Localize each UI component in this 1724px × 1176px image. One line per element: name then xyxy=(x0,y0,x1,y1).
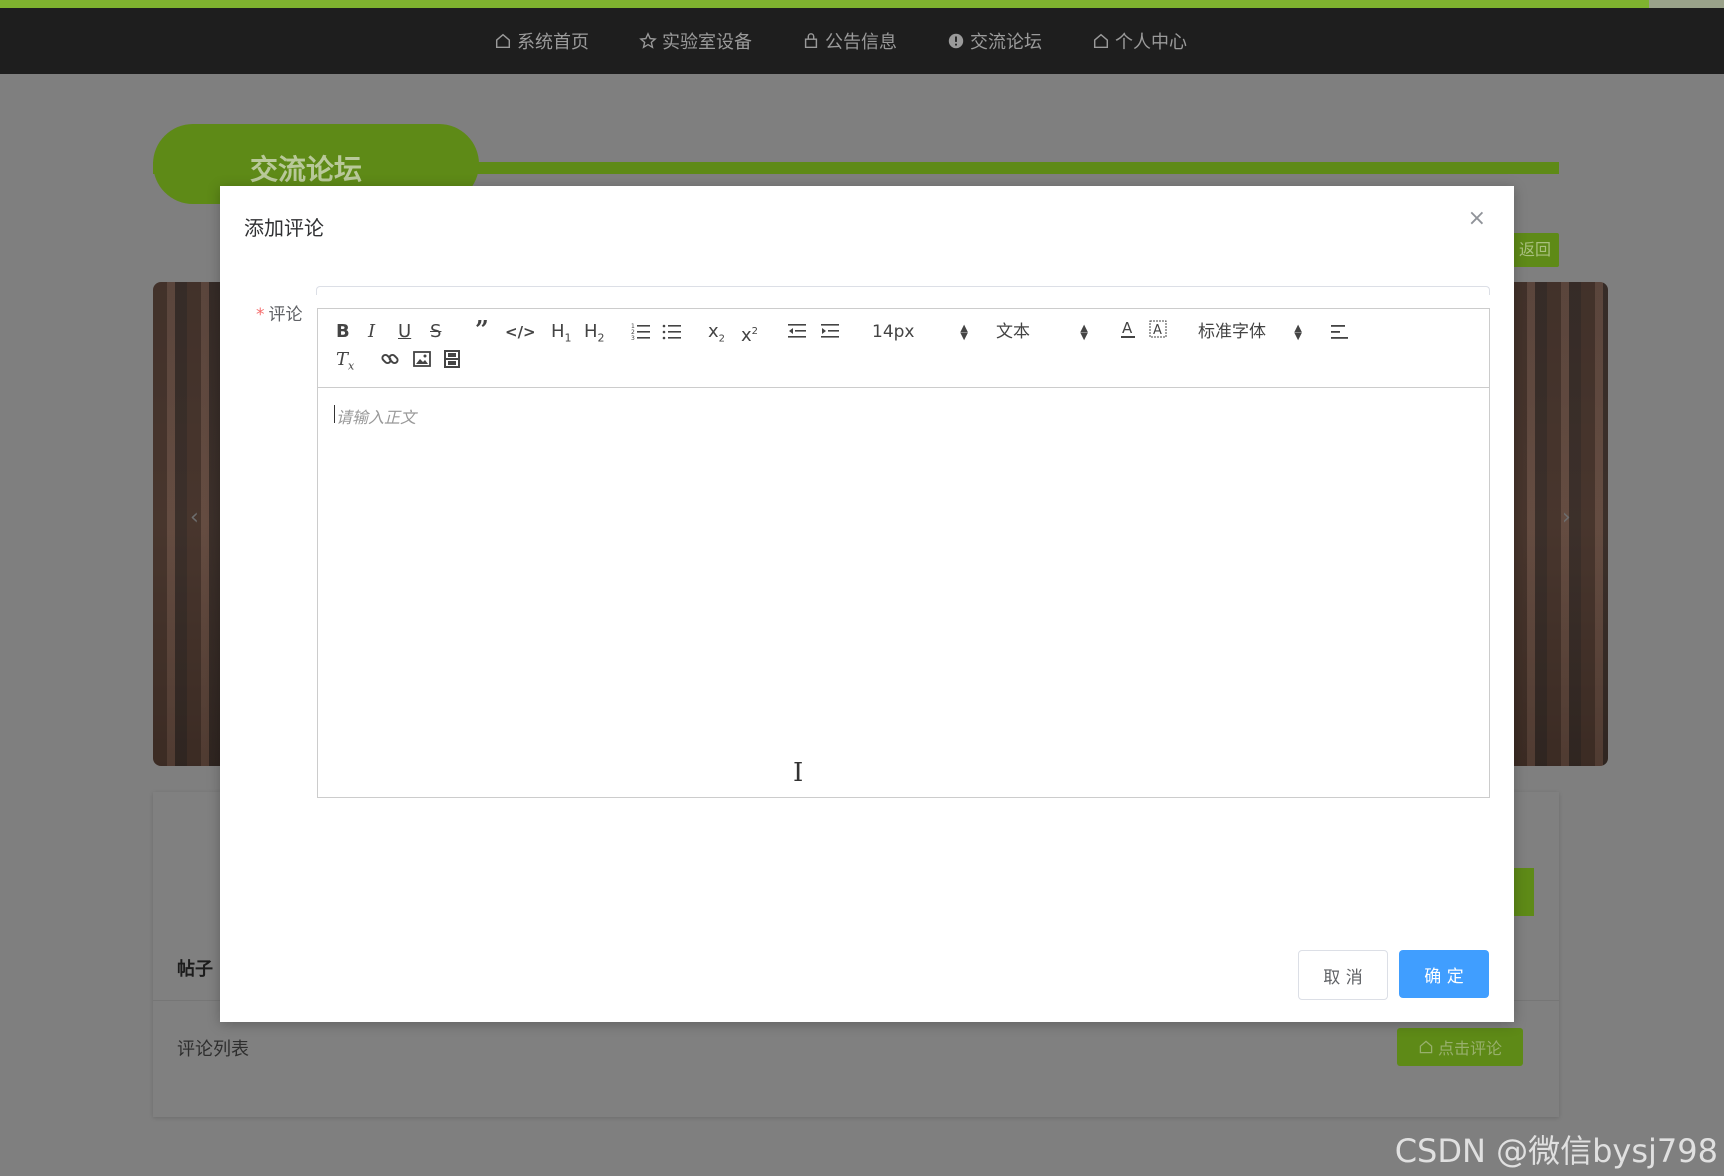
confirm-button[interactable]: 确 定 xyxy=(1399,950,1489,998)
nav-item-announcements[interactable]: 公告信息 xyxy=(802,28,897,54)
comment-label-text: 评论 xyxy=(268,305,303,325)
picker-caret-icon: ▲ ▼ xyxy=(1294,323,1302,342)
carousel-next-arrow[interactable]: › xyxy=(1562,505,1571,530)
outdent-icon[interactable] xyxy=(787,321,807,341)
action-button-fragment[interactable] xyxy=(1512,868,1534,916)
nav-label: 实验室设备 xyxy=(662,32,752,53)
close-icon[interactable]: × xyxy=(1468,206,1486,231)
editor-frame-top xyxy=(316,286,1490,295)
nav-label: 个人中心 xyxy=(1115,32,1187,53)
superscript-icon[interactable]: x2 xyxy=(741,321,758,347)
comment-field-label: * 评论 xyxy=(256,300,303,325)
dialog-title: 添加评论 xyxy=(244,216,324,240)
bold-icon[interactable]: B xyxy=(336,321,350,343)
editor-placeholder: 请输入正文 xyxy=(333,404,416,428)
link-icon[interactable] xyxy=(380,349,400,369)
home-icon xyxy=(1419,1040,1433,1054)
font-family-value: 标准字体 xyxy=(1198,322,1266,342)
video-icon[interactable] xyxy=(442,349,462,369)
svg-text:A: A xyxy=(1153,323,1162,338)
header-2-letter: H xyxy=(584,321,598,342)
image-icon[interactable] xyxy=(412,349,432,369)
picker-caret-icon: ▲ ▼ xyxy=(1080,323,1088,342)
post-label: 帖子 xyxy=(177,959,213,980)
rich-text-editor: B I U S ” </> H1 H2 123 x2 x2 14px ▲ ▼ 文… xyxy=(317,308,1490,798)
clear-format-icon[interactable]: Tx xyxy=(336,349,354,378)
code-block-icon[interactable]: </> xyxy=(505,321,536,343)
svg-text:3: 3 xyxy=(631,335,635,341)
editor-toolbar: B I U S ” </> H1 H2 123 x2 x2 14px ▲ ▼ 文… xyxy=(318,309,1489,388)
editor-content-area[interactable]: 请输入正文 I xyxy=(318,388,1489,797)
header-1-icon[interactable]: H1 xyxy=(551,321,572,350)
font-size-picker[interactable]: 14px ▲ ▼ xyxy=(872,321,968,343)
header-2-icon[interactable]: H2 xyxy=(584,321,605,350)
underline-icon[interactable]: U xyxy=(398,321,411,343)
nav-item-home[interactable]: 系统首页 xyxy=(494,28,589,54)
section-title: 交流论坛 xyxy=(250,153,363,186)
nav-item-forum[interactable]: 交流论坛 xyxy=(947,28,1042,54)
font-size-value: 14px xyxy=(872,322,915,342)
star-icon xyxy=(639,32,657,49)
nav-label: 系统首页 xyxy=(517,32,589,53)
bag-icon xyxy=(804,33,818,49)
italic-icon[interactable]: I xyxy=(368,321,375,343)
header-style-picker[interactable]: 文本 ▲ ▼ xyxy=(996,321,1088,343)
nav-item-personal-center[interactable]: 个人中心 xyxy=(1092,28,1187,54)
text-cursor-icon: I xyxy=(793,758,804,788)
header-style-value: 文本 xyxy=(996,322,1030,342)
comment-list-label: 评论列表 xyxy=(177,1039,249,1060)
font-color-icon[interactable]: A xyxy=(1118,319,1138,339)
carousel-prev-arrow[interactable]: ‹ xyxy=(190,505,199,530)
required-mark: * xyxy=(256,305,265,325)
info-icon xyxy=(948,33,964,49)
nav-label: 公告信息 xyxy=(825,32,897,53)
nav-item-lab-equipment[interactable]: 实验室设备 xyxy=(639,28,752,54)
bullet-list-icon[interactable] xyxy=(662,321,682,341)
top-navbar: 系统首页 实验室设备 公告信息 交流论坛 个人中心 xyxy=(0,8,1724,74)
home-icon xyxy=(1093,33,1109,49)
font-family-picker[interactable]: 标准字体 ▲ ▼ xyxy=(1198,321,1302,343)
home-icon xyxy=(495,33,511,49)
click-comment-button[interactable]: 点击评论 xyxy=(1397,1028,1523,1066)
watermark: CSDN @微信bysj798 xyxy=(1394,1132,1718,1170)
ordered-list-icon[interactable]: 123 xyxy=(631,321,651,341)
blockquote-icon[interactable]: ” xyxy=(475,318,489,342)
cancel-button[interactable]: 取 消 xyxy=(1298,950,1388,1000)
align-icon[interactable] xyxy=(1330,321,1350,341)
add-comment-dialog: 添加评论 × * 评论 B I U S ” </> H1 H2 123 x2 x2 xyxy=(220,186,1514,1022)
strike-icon[interactable]: S xyxy=(430,321,441,343)
subscript-icon[interactable]: x2 xyxy=(708,321,725,351)
indent-icon[interactable] xyxy=(820,321,840,341)
picker-caret-icon: ▲ ▼ xyxy=(960,323,968,342)
background-color-icon[interactable]: A xyxy=(1148,319,1168,339)
header-1-letter: H xyxy=(551,321,565,342)
svg-text:A: A xyxy=(1122,319,1133,337)
click-comment-label: 点击评论 xyxy=(1437,1039,1502,1058)
top-accent-line xyxy=(0,0,1724,8)
nav-label: 交流论坛 xyxy=(970,32,1042,53)
